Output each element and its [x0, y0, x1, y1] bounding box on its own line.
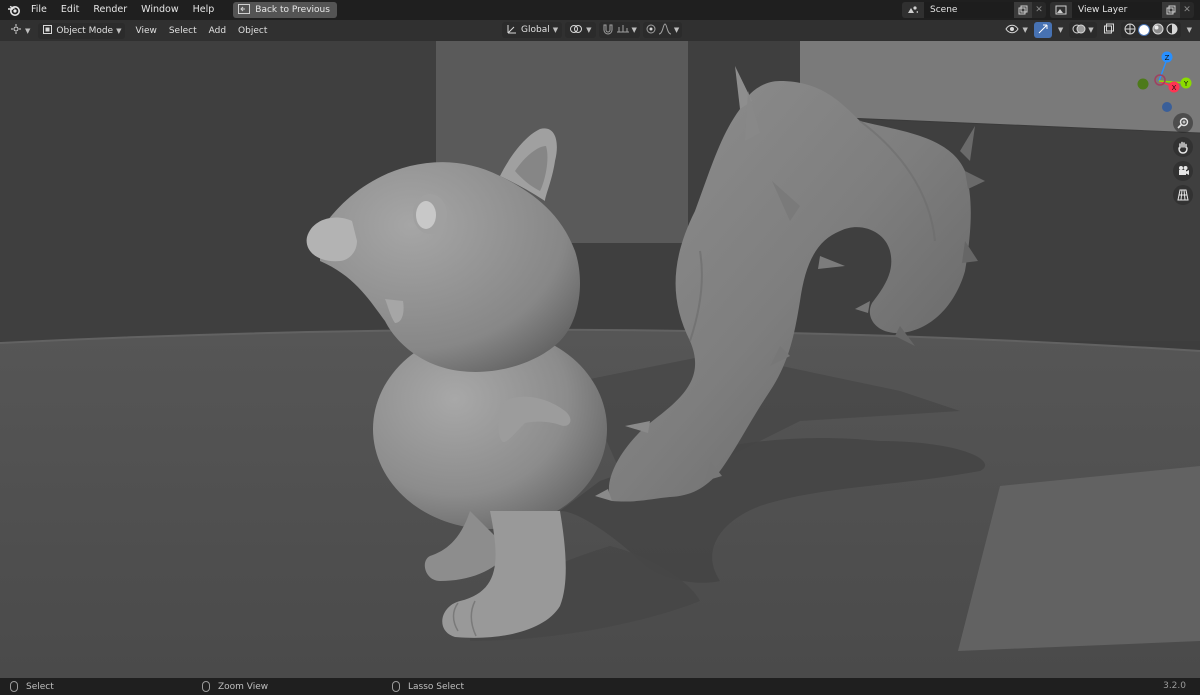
remove-scene-icon[interactable]: ✕ [1032, 2, 1046, 18]
chevron-down-icon: ▼ [552, 26, 559, 34]
status-select-label: Select [26, 681, 54, 692]
top-menu-bar: File Edit Render Window Help Back to Pre… [0, 0, 1200, 20]
version-label: 3.2.0 [1163, 681, 1186, 691]
hand-pan-icon[interactable] [1173, 137, 1193, 157]
shading-options-dropdown[interactable]: ▼ [1183, 22, 1196, 38]
status-select-hint: Select [10, 681, 54, 692]
xray-toggle[interactable] [1099, 22, 1119, 38]
scene-icon[interactable] [902, 2, 924, 18]
chevron-down-icon: ▼ [586, 26, 592, 34]
view-layer-icon[interactable] [1050, 2, 1072, 18]
proportional-editing-toggle[interactable]: ▼ [642, 22, 683, 38]
falloff-curve-icon [658, 22, 672, 38]
proportional-edit-icon [646, 24, 656, 37]
status-lasso-label: Lasso Select [408, 681, 465, 692]
3d-viewport-icon [10, 23, 22, 38]
object-visibility-button[interactable]: ▼ [1001, 22, 1031, 38]
gizmo-dropdown[interactable]: ▼ [1054, 22, 1067, 38]
menu-object[interactable]: Object [232, 23, 273, 39]
eye-object-icon [1005, 23, 1020, 38]
gizmo-icon [1037, 23, 1049, 38]
menu-help[interactable]: Help [186, 0, 222, 20]
material-preview-icon[interactable] [1152, 23, 1164, 38]
mode-label: Object Mode [56, 25, 114, 36]
navigation-gizmo[interactable]: Z X Y [1112, 49, 1192, 119]
camera-icon[interactable] [1173, 161, 1193, 181]
chevron-down-icon: ▼ [631, 26, 637, 34]
pivot-point-selector[interactable]: ▼ [565, 22, 596, 38]
3d-viewport[interactable]: Z X Y [0, 41, 1200, 678]
snap-target-icon [616, 23, 630, 38]
view-layer-selector[interactable]: View Layer ✕ [1050, 2, 1194, 18]
chevron-down-icon: ▼ [673, 26, 680, 34]
status-lasso-hint: Lasso Select [392, 681, 464, 692]
transform-orientation-selector[interactable]: Global ▼ [502, 22, 563, 38]
gizmo-x-label: X [1172, 84, 1177, 92]
magnet-icon [602, 23, 614, 38]
wireframe-shading-icon[interactable] [1124, 23, 1136, 38]
gizmo-z-label: Z [1165, 54, 1170, 62]
orientation-icon [506, 23, 518, 38]
mouse-middle-icon [202, 681, 210, 692]
chevron-down-icon: ▼ [1022, 26, 1028, 34]
menu-window[interactable]: Window [134, 0, 185, 20]
scene-render[interactable] [0, 41, 1200, 678]
status-zoom-hint: Zoom View [202, 681, 268, 692]
back-arrow-icon [238, 3, 251, 17]
duplicate-view-layer-icon[interactable] [1162, 2, 1180, 18]
overlays-toggle[interactable]: ▼ [1069, 22, 1097, 38]
gizmo-y-label: Y [1183, 80, 1189, 88]
mode-selector[interactable]: Object Mode ▼ [38, 22, 126, 39]
scene-name-field[interactable]: Scene [924, 2, 1014, 18]
shading-mode-group[interactable] [1120, 22, 1181, 38]
snapping-toggle[interactable]: ▼ [598, 22, 640, 38]
neg-y-axis-icon[interactable] [1137, 78, 1149, 90]
orientation-label: Global [521, 25, 550, 35]
chevron-down-icon: ▼ [1186, 26, 1192, 34]
viewport-navigation-tools [1173, 113, 1193, 205]
status-zoom-label: Zoom View [218, 681, 269, 692]
grid-ortho-icon[interactable] [1173, 185, 1193, 205]
pivot-icon [569, 23, 583, 38]
solid-shading-icon[interactable] [1137, 24, 1150, 36]
back-to-previous-button[interactable]: Back to Previous [233, 2, 337, 18]
remove-view-layer-icon[interactable]: ✕ [1180, 2, 1194, 18]
overlays-icon [1072, 23, 1086, 38]
menu-select[interactable]: Select [163, 23, 203, 39]
mouse-right-icon [392, 681, 400, 692]
duplicate-scene-icon[interactable] [1014, 2, 1032, 18]
menu-file[interactable]: File [24, 0, 54, 20]
chevron-down-icon: ▼ [1057, 26, 1064, 34]
status-bar: Select Zoom View Lasso Select 3.2.0 [0, 678, 1200, 695]
viewport-header: ▼ Object Mode ▼ View Select Add Object G… [0, 20, 1200, 41]
chevron-down-icon: ▼ [25, 26, 31, 35]
zoom-icon[interactable] [1173, 113, 1193, 133]
xray-icon [1103, 23, 1115, 38]
menu-add[interactable]: Add [203, 23, 232, 39]
object-mode-icon [42, 24, 53, 38]
chevron-down-icon: ▼ [1088, 26, 1094, 34]
menu-view[interactable]: View [129, 23, 162, 39]
menu-edit[interactable]: Edit [54, 0, 86, 20]
mouse-left-icon [10, 681, 18, 692]
back-button-label: Back to Previous [255, 5, 330, 15]
chevron-down-icon: ▼ [116, 26, 122, 35]
neg-z-axis-icon[interactable] [1162, 102, 1172, 112]
view-layer-name-field[interactable]: View Layer [1072, 2, 1162, 18]
blender-logo-icon[interactable] [4, 0, 24, 20]
menu-render[interactable]: Render [86, 0, 134, 20]
editor-type-button[interactable]: ▼ [6, 23, 34, 39]
scene-selector[interactable]: Scene ✕ [902, 2, 1046, 18]
rendered-shading-icon[interactable] [1166, 23, 1178, 38]
gizmo-toggle[interactable] [1033, 22, 1052, 38]
